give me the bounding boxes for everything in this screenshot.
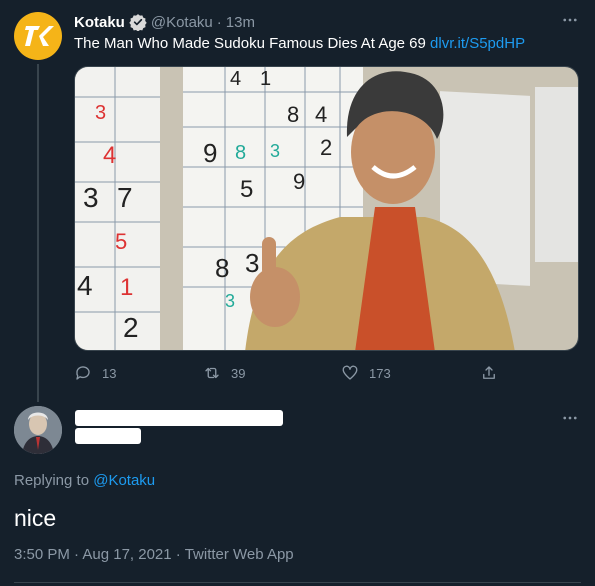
svg-text:1: 1	[260, 68, 271, 90]
retweet-icon	[205, 367, 219, 379]
kotaku-logo-icon	[25, 26, 54, 46]
share-action[interactable]	[480, 362, 498, 384]
author-display-name[interactable]: Kotaku	[74, 14, 125, 31]
tweet-body: The Man Who Made Sudoku Famous Dies At A…	[74, 35, 426, 52]
retweet-action[interactable]: 39	[203, 362, 245, 384]
more-options-icon[interactable]	[560, 10, 580, 30]
svg-text:3: 3	[83, 182, 99, 213]
meta-separator: ·	[175, 546, 181, 563]
tweet-link[interactable]: dlvr.it/S5pdHP	[430, 35, 525, 52]
tweet-time-ago[interactable]: 13m	[226, 14, 255, 31]
svg-text:3: 3	[95, 102, 106, 124]
reply-timestamp[interactable]: 3:50 PM · Aug 17, 2021	[14, 546, 172, 563]
svg-text:8: 8	[287, 102, 299, 127]
svg-text:5: 5	[240, 176, 253, 203]
svg-text:4: 4	[77, 270, 93, 301]
reply-count: 13	[102, 365, 117, 381]
svg-text:8: 8	[235, 142, 246, 164]
svg-text:9: 9	[203, 138, 217, 168]
svg-text:9: 9	[293, 169, 305, 194]
reply-metadata: 3:50 PM · Aug 17, 2021 · Twitter Web App	[14, 546, 294, 563]
verified-badge-icon	[129, 14, 147, 31]
user-avatar-image	[14, 406, 62, 454]
redacted-handle	[75, 428, 141, 444]
tweet-text: The Man Who Made Sudoku Famous Dies At A…	[74, 35, 525, 53]
sudoku-photo: 3 4 3 7 5 4 1 2 4 1 8 4 9 8 3 2 5 9 8 3 …	[75, 67, 578, 350]
svg-text:3: 3	[245, 248, 259, 278]
svg-text:2: 2	[320, 135, 332, 160]
svg-text:3: 3	[270, 141, 280, 161]
retweet-count: 39	[231, 365, 246, 381]
svg-text:2: 2	[123, 312, 139, 343]
svg-text:4: 4	[230, 68, 241, 90]
replying-to-line: Replying to @Kotaku	[14, 472, 155, 489]
tweet-media-image[interactable]: 3 4 3 7 5 4 1 2 4 1 8 4 9 8 3 2 5 9 8 3 …	[74, 66, 579, 351]
reply-action[interactable]: 13	[74, 362, 116, 384]
reply-author-avatar[interactable]	[14, 406, 62, 454]
svg-text:4: 4	[103, 142, 116, 169]
svg-text:5: 5	[115, 229, 127, 254]
tweet-author-row: Kotaku @Kotaku · 13m	[74, 13, 255, 31]
replying-to-handle[interactable]: @Kotaku	[93, 472, 155, 489]
dot-separator: ·	[216, 13, 222, 31]
kotaku-avatar[interactable]	[14, 12, 62, 60]
svg-text:7: 7	[117, 182, 133, 213]
reply-more-options-icon[interactable]	[560, 408, 580, 428]
reply-icon	[76, 366, 90, 380]
like-action[interactable]: 173	[341, 362, 391, 384]
heart-icon	[342, 365, 358, 380]
reply-tweet-text: nice	[14, 505, 57, 531]
thread-connector-line	[37, 64, 39, 402]
like-count: 173	[369, 365, 391, 381]
divider	[14, 582, 581, 583]
author-handle[interactable]: @Kotaku	[151, 14, 213, 31]
svg-text:3: 3	[225, 291, 235, 311]
svg-text:8: 8	[215, 253, 229, 283]
reply-source[interactable]: Twitter Web App	[185, 546, 294, 563]
redacted-display-name	[75, 410, 283, 426]
share-icon	[483, 366, 495, 379]
svg-text:4: 4	[315, 102, 327, 127]
replying-to-label: Replying to	[14, 472, 90, 489]
svg-text:1: 1	[120, 274, 133, 301]
